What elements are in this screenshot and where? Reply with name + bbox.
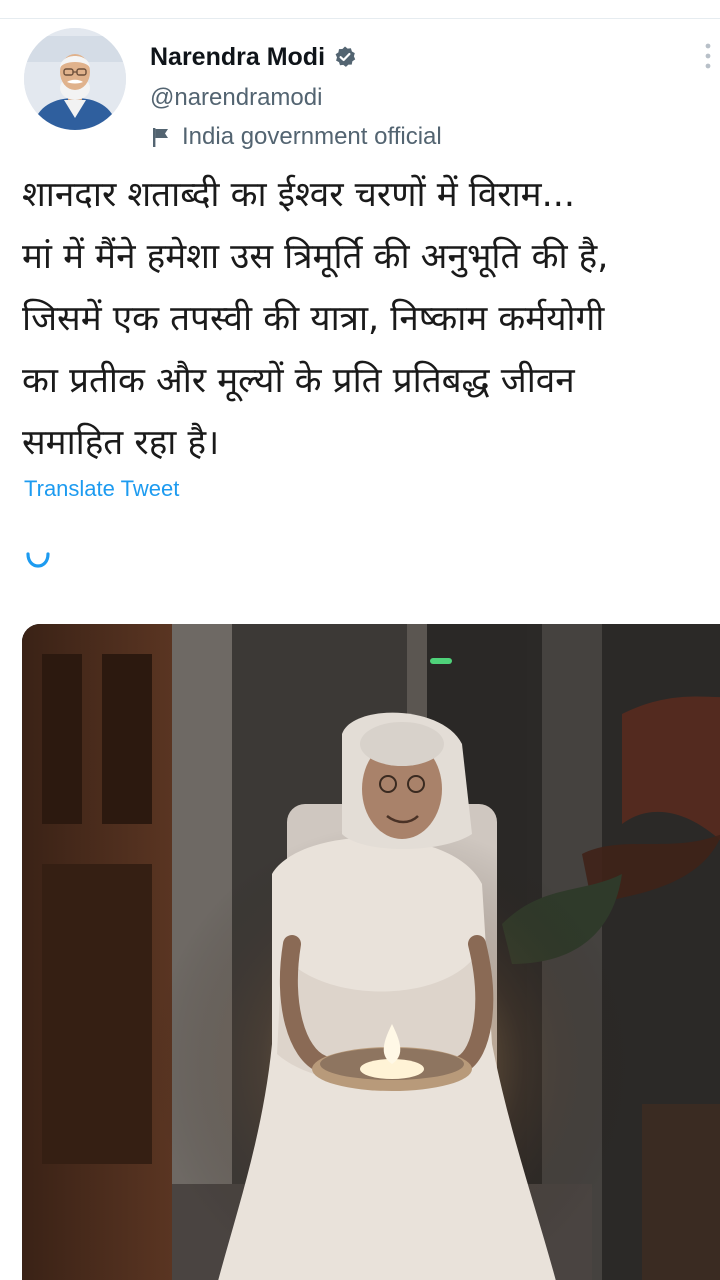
avatar-image: [24, 28, 126, 130]
loading-spinner-icon: [24, 548, 52, 570]
affiliation-label: India government official: [182, 123, 442, 150]
affiliation-row: India government official: [150, 122, 442, 152]
tweet-text-line: जिसमें एक तपस्वी की यात्रा, निष्काम कर्म…: [22, 299, 605, 339]
tweet-text-line: शानदार शताब्दी का ईश्वर चरणों में विराम.…: [22, 175, 575, 215]
photo-image: [22, 624, 720, 1280]
tweet-photo[interactable]: [22, 624, 720, 1280]
verified-badge-icon: [333, 45, 357, 69]
tweet-text-line: का प्रतीक और मूल्यों के प्रति प्रतिबद्ध …: [22, 361, 575, 401]
author-name-row: Narendra Modi: [150, 40, 357, 74]
translate-tweet-link[interactable]: Translate Tweet: [24, 476, 179, 502]
top-divider: [0, 18, 720, 19]
tweet-text: शानदार शताब्दी का ईश्वर चरणों में विराम.…: [22, 164, 712, 474]
tweet-text-line: समाहित रहा है।: [22, 423, 220, 463]
flag-icon: [150, 126, 172, 148]
author-handle[interactable]: @narendramodi: [150, 84, 322, 112]
tweet-page: Narendra Modi @narendramodi India govern…: [0, 0, 720, 1280]
author-avatar[interactable]: [24, 28, 126, 130]
tweet-text-line: मां में मैंने हमेशा उस त्रिमूर्ति की अनु…: [22, 237, 609, 277]
more-vertical-icon[interactable]: [702, 42, 714, 70]
author-display-name[interactable]: Narendra Modi: [150, 43, 325, 72]
